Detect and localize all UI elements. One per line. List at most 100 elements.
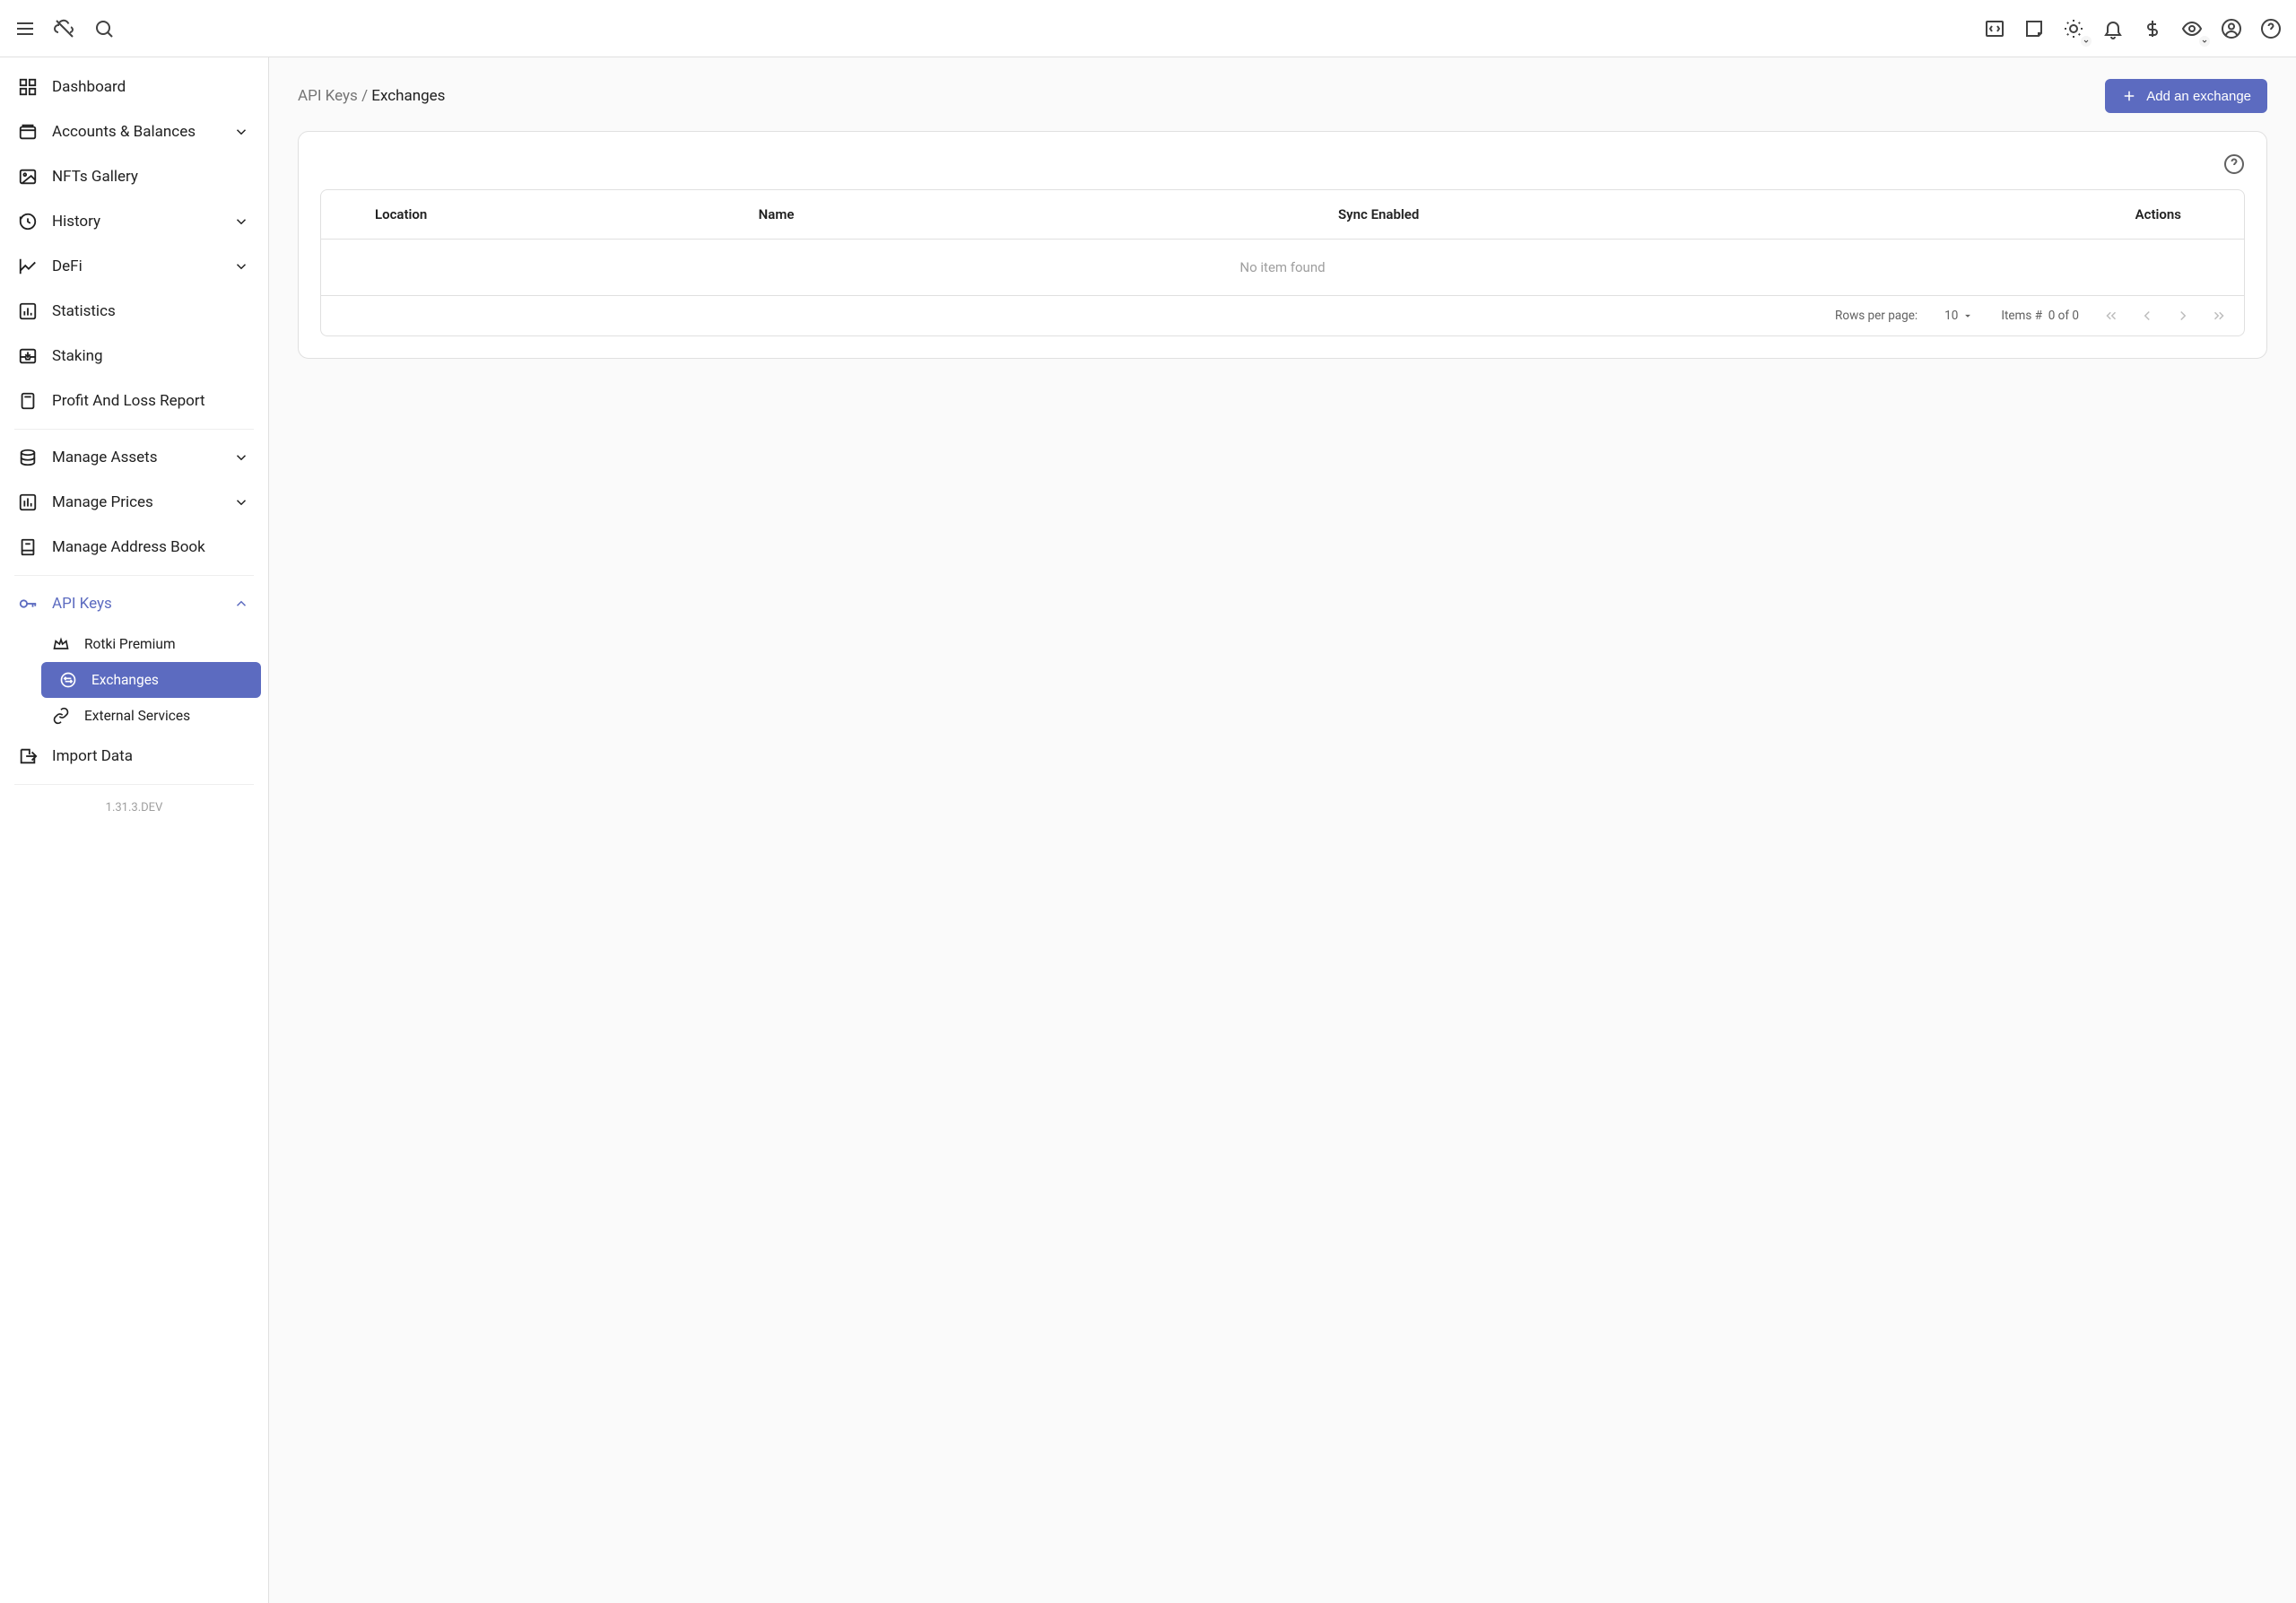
col-sync[interactable]: Sync Enabled [1091, 190, 1667, 240]
sidebar-item-pnl[interactable]: Profit And Loss Report [0, 379, 268, 423]
nav-label: Statistics [52, 302, 250, 320]
chevron-down-icon [232, 449, 250, 466]
import-icon [18, 746, 38, 766]
topbar-left [14, 18, 115, 39]
sidebar-item-nfts[interactable]: NFTs Gallery [0, 154, 268, 199]
sidebar-item-manage-prices[interactable]: Manage Prices [0, 480, 268, 525]
sidebar-item-import-data[interactable]: Import Data [0, 734, 268, 779]
topbar [0, 0, 2296, 57]
exchanges-table: Location Name Sync Enabled Actions No it… [321, 190, 2244, 296]
help-icon[interactable] [2260, 18, 2282, 39]
prev-page-button[interactable] [2136, 305, 2158, 327]
user-icon[interactable] [2221, 18, 2242, 39]
items-label: Items # [2001, 309, 2042, 323]
cloud-off-icon[interactable] [54, 18, 75, 39]
nav-label: External Services [84, 708, 250, 724]
note-icon[interactable] [2023, 18, 2045, 39]
nav-label: Import Data [52, 747, 250, 765]
items-value: 0 of 0 [2048, 309, 2079, 323]
nav-label: Manage Assets [52, 449, 218, 466]
dropdown-icon [1961, 309, 1974, 322]
nav-label: Staking [52, 347, 250, 365]
chevron-down-icon [232, 257, 250, 275]
wallet-icon [18, 122, 38, 142]
sidebar-item-accounts[interactable]: Accounts & Balances [0, 109, 268, 154]
bell-icon[interactable] [2102, 18, 2124, 39]
currency-icon[interactable] [2142, 18, 2163, 39]
sidebar-item-exchanges[interactable]: Exchanges [41, 662, 261, 698]
rows-value: 10 [1944, 309, 1958, 323]
chevron-down-icon [232, 123, 250, 141]
menu-icon[interactable] [14, 18, 36, 39]
table-wrap: Location Name Sync Enabled Actions No it… [320, 189, 2245, 336]
sidebar-item-rotki-premium[interactable]: Rotki Premium [34, 626, 268, 662]
nav-label: Accounts & Balances [52, 123, 218, 141]
nav-label: Exchanges [91, 672, 243, 688]
divider [14, 784, 254, 785]
divider [14, 429, 254, 430]
nav-label: NFTs Gallery [52, 168, 250, 186]
pager [2100, 305, 2230, 327]
book-icon [18, 537, 38, 557]
nav-label: Manage Prices [52, 493, 218, 511]
nav-label: DeFi [52, 257, 218, 275]
sidebar-item-dashboard[interactable]: Dashboard [0, 65, 268, 109]
button-label: Add an exchange [2146, 89, 2251, 104]
col-name[interactable]: Name [744, 190, 1091, 240]
breadcrumb-parent[interactable]: API Keys [298, 87, 358, 105]
sidebar-item-staking[interactable]: Staking [0, 334, 268, 379]
sidebar-item-defi[interactable]: DeFi [0, 244, 268, 289]
col-actions: Actions [1667, 190, 2244, 240]
breadcrumb-sep: / [361, 87, 368, 105]
chart-line-icon [18, 257, 38, 276]
page-head: API Keys / Exchanges Add an exchange [298, 79, 2267, 113]
sidebar-item-external-services[interactable]: External Services [34, 698, 268, 734]
table-footer: Rows per page: 10 Items # 0 of 0 [321, 296, 2244, 335]
plus-icon [2121, 88, 2137, 104]
col-location[interactable]: Location [321, 190, 744, 240]
breadcrumb-current: Exchanges [371, 87, 445, 105]
items-count: Items # 0 of 0 [2001, 309, 2079, 323]
sidebar-item-address-book[interactable]: Manage Address Book [0, 525, 268, 570]
theme-icon[interactable] [2063, 18, 2084, 39]
main-content: API Keys / Exchanges Add an exchange [269, 57, 2296, 1603]
database-icon [18, 448, 38, 467]
last-page-button[interactable] [2208, 305, 2230, 327]
code-icon[interactable] [1984, 18, 2005, 39]
help-icon[interactable] [2223, 153, 2245, 175]
chevron-up-icon [232, 595, 250, 613]
bar-chart-icon [18, 301, 38, 321]
table-head-row: Location Name Sync Enabled Actions [321, 190, 2244, 240]
first-page-button[interactable] [2100, 305, 2122, 327]
topbar-right [1984, 18, 2282, 39]
layout: Dashboard Accounts & Balances NFTs Galle… [0, 57, 2296, 1603]
link-icon [52, 707, 70, 725]
search-icon[interactable] [93, 18, 115, 39]
breadcrumb: API Keys / Exchanges [298, 87, 445, 105]
swap-icon [59, 671, 77, 689]
key-icon [18, 594, 38, 614]
sidebar-item-api-keys[interactable]: API Keys [0, 581, 268, 626]
calculator-icon [18, 391, 38, 411]
chevron-down-icon [2081, 36, 2092, 47]
sidebar-item-manage-assets[interactable]: Manage Assets [0, 435, 268, 480]
crown-icon [52, 635, 70, 653]
api-keys-sub: Rotki Premium Exchanges External Service… [0, 626, 268, 734]
inbox-icon [18, 346, 38, 366]
sidebar-item-statistics[interactable]: Statistics [0, 289, 268, 334]
chevron-down-icon [232, 213, 250, 231]
version-label: 1.31.3.DEV [0, 790, 268, 829]
sidebar-item-history[interactable]: History [0, 199, 268, 244]
rows-per-page-label: Rows per page: [1835, 309, 1918, 323]
chevron-down-icon [2199, 36, 2210, 47]
add-exchange-button[interactable]: Add an exchange [2105, 79, 2267, 113]
rows-per-page-select[interactable]: 10 [1939, 307, 1979, 325]
card: Location Name Sync Enabled Actions No it… [298, 131, 2267, 359]
sidebar: Dashboard Accounts & Balances NFTs Galle… [0, 57, 269, 1603]
next-page-button[interactable] [2172, 305, 2194, 327]
bar-chart-icon [18, 492, 38, 512]
chevron-down-icon [232, 493, 250, 511]
privacy-icon[interactable] [2181, 18, 2203, 39]
card-head [320, 153, 2245, 175]
dashboard-icon [18, 77, 38, 97]
